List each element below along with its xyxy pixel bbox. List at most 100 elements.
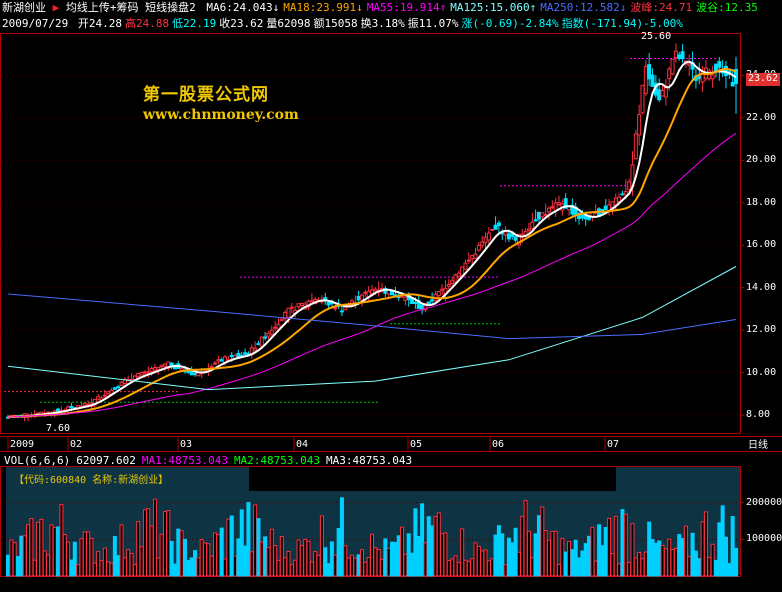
volume-bar-166 [560,537,565,577]
volume-bar-133 [450,558,455,577]
volume-bar-66 [226,518,231,577]
volume-bar-49 [169,540,174,577]
candle-body-122 [413,301,418,304]
candle-body-202 [680,51,685,60]
volume-bar-60 [206,543,211,577]
candle-body-62 [213,362,218,365]
volume-bar-64 [219,527,224,577]
candle-body-29 [102,394,107,397]
volume-bar-15 [56,526,61,577]
volume-bar-138 [466,560,471,577]
candle-body-56 [193,372,198,376]
candle-body-161 [543,213,548,216]
x-tick-label-5: 06 [492,439,505,450]
period-label[interactable]: 日线 [748,440,768,452]
volume-bar-28 [99,560,104,577]
volume-bar-141 [476,545,481,577]
volume-bar-102 [346,557,351,577]
candle-body-74 [253,347,258,351]
volume-bar-200 [673,547,678,577]
volume-bar-177 [597,524,602,577]
volume-bar-217 [730,516,735,577]
volume-bar-72 [246,502,251,577]
candle-body-63 [216,359,221,362]
volume-bar-37 [129,552,134,577]
volume-bar-175 [590,526,595,577]
volume-bar-208 [700,521,705,577]
candle-body-78 [266,332,271,337]
volume-bar-101 [343,545,348,577]
volume-bar-210 [707,557,712,577]
volume-bar-160 [540,506,545,577]
y-tick-label-7: 10.00 [746,366,777,378]
volume-bar-114 [386,547,391,577]
volume-bar-104 [353,557,358,577]
volume-bar-211 [710,543,715,577]
volume-bar-1 [9,539,14,577]
volume-bar-93 [316,554,321,577]
price-chart[interactable] [0,0,782,592]
volume-bar-119 [403,553,408,577]
candle-body-77 [263,336,268,339]
volume-bar-95 [323,547,328,577]
x-tick-label-0: 2009 [10,439,35,450]
volume-bar-105 [356,554,361,577]
volume-bar-11 [42,550,47,577]
volume-bar-36 [126,549,131,577]
candle-body-172 [580,214,585,219]
volume-bar-92 [313,551,318,577]
volume-bar-136 [460,528,465,577]
volume-bar-185 [623,513,628,577]
volume-bar-213 [717,522,722,577]
volume-bar-89 [303,538,308,577]
volume-bar-207 [697,558,702,577]
candle-body-45 [156,367,161,370]
volume-bar-83 [283,557,288,577]
y-tick-label-4: 16.00 [746,239,777,251]
volume-bar-38 [132,564,137,577]
candle-body-27 [96,396,101,400]
volume-bar-80 [273,545,278,577]
candle-body-198 [667,68,672,80]
candle-body-127 [430,299,435,302]
candle-body-110 [373,288,378,292]
volume-bar-65 [223,558,228,577]
volume-bar-59 [203,542,208,577]
volume-bar-84 [286,550,291,577]
candle-body-41 [142,371,147,374]
volume-bar-77 [263,536,268,577]
volume-bar-212 [713,559,718,577]
volume-bar-25 [89,537,94,577]
volume-legend-1: 62097.602 [76,454,136,467]
volume-bar-88 [299,544,304,577]
volume-bar-209 [703,511,708,577]
volume-bar-47 [162,511,167,577]
volume-bar-45 [156,557,161,577]
volume-bar-215 [723,536,728,577]
candle-body-33 [116,386,121,389]
volume-bar-202 [680,538,685,577]
volume-bar-4 [19,535,24,577]
candle-body-142 [480,241,485,246]
candle-body-138 [466,259,471,262]
candle-body-82 [279,318,284,322]
volume-bar-13 [49,524,54,577]
candle-body-132 [446,283,451,287]
volume-bar-169 [570,549,575,577]
y-tick-label-2: 20.00 [746,154,777,166]
volume-bar-76 [259,541,264,577]
candle-body-40 [139,371,144,376]
volume-bar-31 [109,562,114,577]
volume-bar-75 [256,518,261,577]
volume-bar-130 [440,533,445,577]
candle-body-168 [567,206,572,211]
volume-bar-33 [116,555,121,577]
volume-bar-151 [510,542,515,577]
volume-bar-17 [62,533,67,577]
volume-bar-189 [637,551,642,577]
volume-legend-0: VOL(6,6,6) [4,454,71,467]
price-frame [0,33,741,434]
volume-bar-67 [229,515,234,577]
candle-body-64 [219,359,224,362]
candle-body-69 [236,352,241,358]
